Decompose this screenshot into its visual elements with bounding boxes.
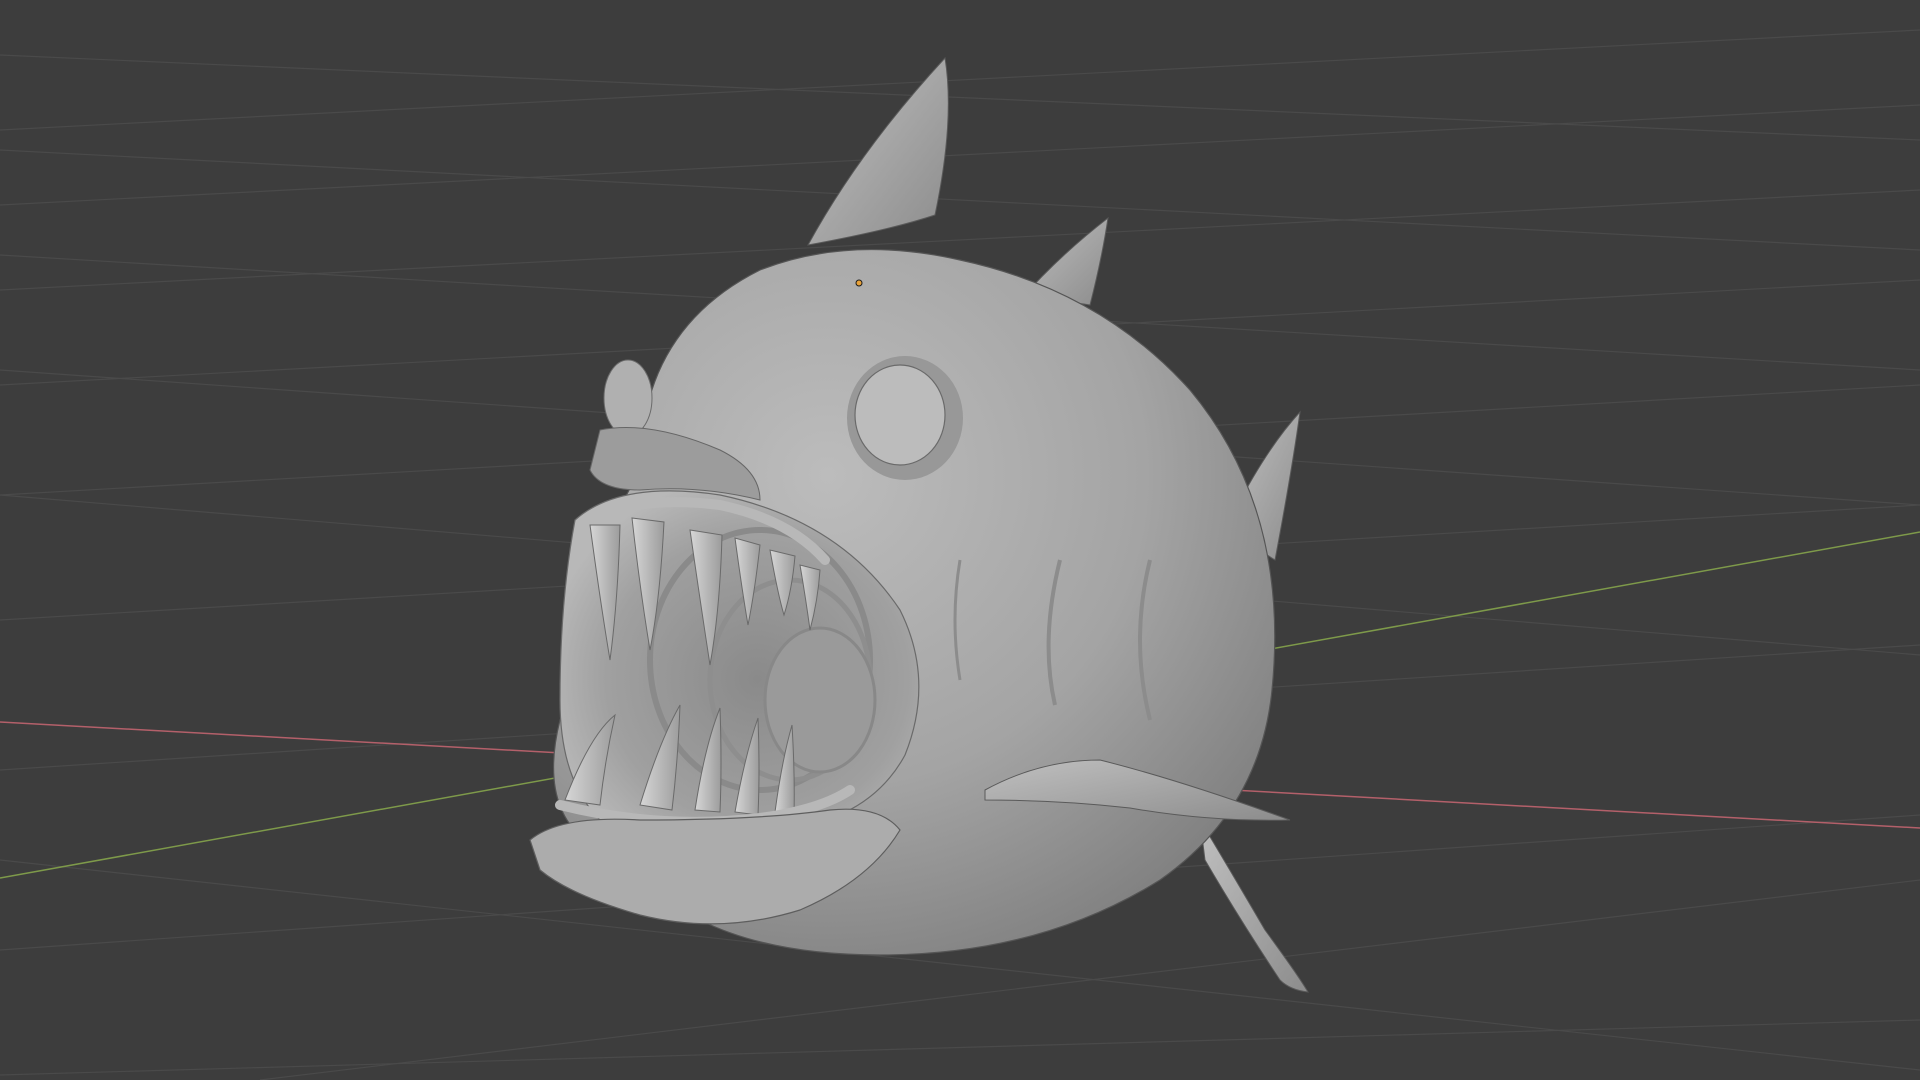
grid-line — [0, 1019, 1920, 1076]
eye-right — [854, 364, 946, 466]
grid-line — [0, 54, 1920, 141]
lower-fin — [1199, 819, 1309, 993]
grid-line — [0, 29, 1920, 131]
viewport-canvas[interactable] — [0, 0, 1920, 1080]
eye-left — [603, 359, 653, 437]
object-origin[interactable] — [855, 279, 863, 287]
dorsal-fin-front — [807, 56, 949, 246]
fish-mesh[interactable] — [529, 56, 1309, 993]
3d-viewport[interactable] — [0, 0, 1920, 1080]
grid-line — [0, 104, 1920, 206]
grid-line — [0, 149, 1920, 251]
throat-ring-inner — [763, 626, 877, 774]
